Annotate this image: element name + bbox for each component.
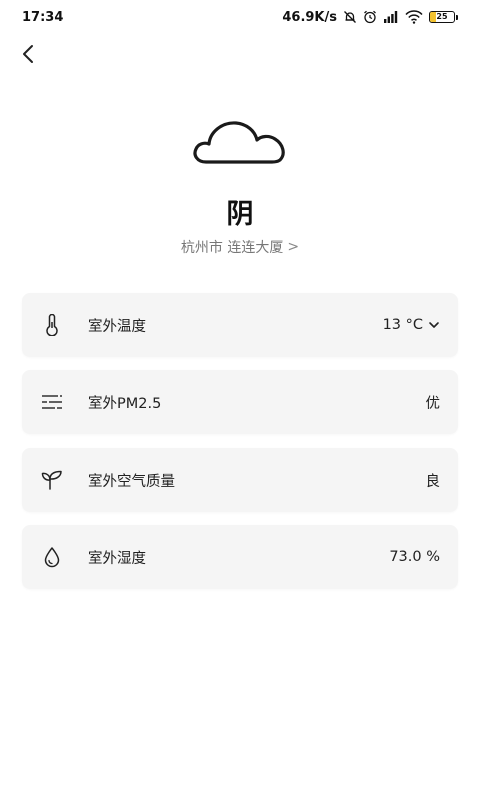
card-value: 良	[425, 473, 441, 490]
chevron-left-icon	[23, 45, 33, 63]
water-drop-icon	[40, 545, 64, 569]
alarm-icon	[363, 10, 377, 24]
card-outdoor-air-quality[interactable]: 室外空气质量 良	[22, 448, 458, 512]
back-button[interactable]	[14, 40, 42, 68]
cloud-icon	[193, 121, 285, 164]
signal-icon	[383, 10, 399, 24]
weather-icon-container	[0, 114, 480, 166]
status-icons: 46.9K/s 25	[282, 10, 458, 25]
status-time: 17:34	[22, 9, 64, 25]
status-bar: 17:34 46.9K/s 25	[0, 0, 480, 34]
location-link[interactable]: 杭州市 连连大厦 >	[0, 237, 480, 257]
weather-condition: 阴	[226, 199, 254, 230]
card-label: 室外空气质量	[88, 473, 175, 490]
chevron-down-icon[interactable]	[428, 320, 440, 330]
card-label: 室外PM2.5	[88, 395, 162, 412]
location-text: 杭州市 连连大厦	[180, 240, 284, 256]
card-value: 73.0 %	[389, 549, 440, 565]
net-speed: 46.9K/s	[282, 9, 337, 25]
haze-icon	[40, 390, 64, 414]
thermometer-icon	[40, 313, 64, 337]
card-label: 室外湿度	[88, 550, 146, 567]
card-outdoor-temperature[interactable]: 室外温度 13 °C	[22, 293, 458, 357]
sprout-icon	[40, 468, 64, 492]
temperature-value: 13 °C	[382, 317, 423, 333]
battery-tip	[456, 14, 458, 20]
card-value: 13 °C	[383, 317, 440, 333]
card-value: 优	[425, 395, 441, 412]
card-outdoor-pm25[interactable]: 室外PM2.5 优	[22, 370, 458, 434]
wifi-icon	[405, 10, 423, 24]
mute-bell-icon	[343, 10, 357, 24]
battery-level: 25	[436, 12, 448, 21]
battery-icon: 25	[429, 11, 458, 23]
battery-body: 25	[429, 11, 455, 23]
card-outdoor-humidity[interactable]: 室外湿度 73.0 %	[22, 525, 458, 589]
weather-detail-screen: 17:34 46.9K/s 25 阴 杭州市 连连大厦 > 室外温度 13 °C…	[0, 0, 480, 800]
card-label: 室外温度	[88, 318, 146, 335]
chevron-right-icon: >	[287, 239, 300, 255]
